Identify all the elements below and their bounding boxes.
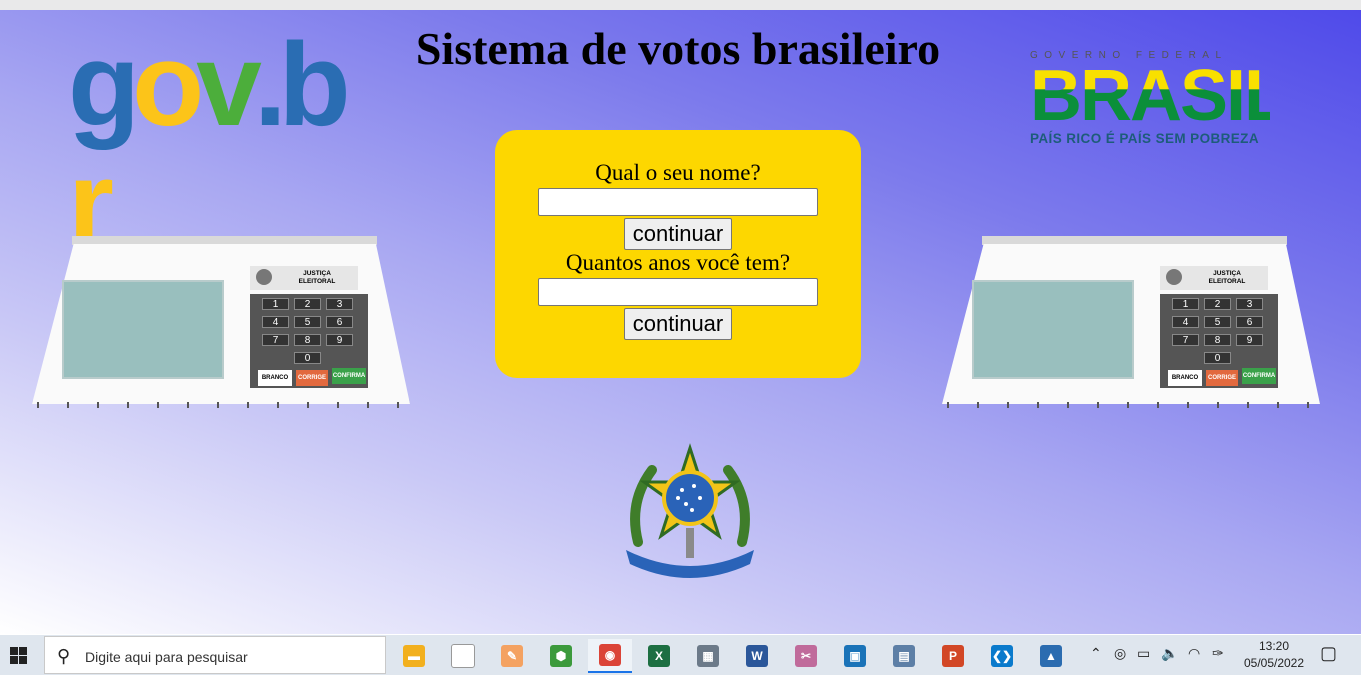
taskbar-app-calculator[interactable]: ▦ — [686, 639, 730, 673]
govbr-logo-o: o — [132, 19, 204, 151]
urna-key: 3 — [1236, 298, 1263, 310]
urna-key: 1 — [1172, 298, 1199, 310]
powerpoint-icon: P — [942, 645, 964, 667]
voting-machine-left: JUSTIÇA ELEITORAL 1 2 3 4 5 6 7 8 9 0 BR… — [32, 236, 412, 411]
name-question: Qual o seu nome? — [595, 160, 761, 185]
meet-now-icon[interactable]: ◎ — [1114, 645, 1126, 662]
search-icon: ⚲ — [57, 646, 71, 666]
taskbar-app-node[interactable]: ⬢ — [539, 639, 583, 673]
urna-key: 1 — [262, 298, 289, 310]
urna-confirma: CONFIRMA — [1242, 368, 1276, 384]
chrome-icon: ◉ — [599, 644, 621, 666]
urna-key: 2 — [1204, 298, 1231, 310]
taskbar-app-printer[interactable]: ▤ — [882, 639, 926, 673]
voting-machine-right: JUSTIÇA ELEITORAL 1 2 3 4 5 6 7 8 9 0 BR… — [942, 236, 1322, 411]
vscode-icon: ❮❯ — [991, 645, 1013, 667]
urna-key: 0 — [1204, 352, 1231, 364]
urna-label: JUSTIÇA ELEITORAL — [1160, 266, 1268, 290]
urna-key: 0 — [294, 352, 321, 364]
taskbar-app-paint[interactable]: ✎ — [490, 639, 534, 673]
age-input[interactable] — [538, 278, 818, 306]
store-icon: ▣ — [844, 645, 866, 667]
chevron-up-icon[interactable]: ⌃ — [1090, 645, 1102, 662]
brasil-logo-slogan: PAÍS RICO É PAÍS SEM POBREZA — [1030, 131, 1259, 146]
urna-key: 7 — [262, 334, 289, 346]
urna-corrige: CORRIGE — [1206, 370, 1238, 386]
urna-key: 9 — [326, 334, 353, 346]
taskbar-app-snipping[interactable]: ✂ — [784, 639, 828, 673]
urna-branco: BRANCO — [1168, 370, 1202, 386]
page: Sistema de votos brasileiro gov.br GOVER… — [0, 10, 1361, 634]
taskbar-app-vscode[interactable]: ❮❯ — [980, 639, 1024, 673]
word-icon: W — [746, 645, 768, 667]
urna-label: JUSTIÇA ELEITORAL — [250, 266, 358, 290]
wifi-icon[interactable]: ◠ — [1188, 645, 1200, 662]
taskbar-app-file-explorer[interactable]: ▬ — [392, 639, 436, 673]
seal-icon — [256, 269, 272, 285]
govbr-logo-dot: . — [253, 19, 287, 151]
urna-key: 6 — [326, 316, 353, 328]
taskbar-app-powerpoint[interactable]: P — [931, 639, 975, 673]
clock-time: 13:20 — [1258, 639, 1290, 653]
urna-keypad: 1 2 3 4 5 6 7 8 9 0 BRANCO CORRIGE CONFI… — [1160, 294, 1278, 388]
urna-key: 9 — [1236, 334, 1263, 346]
govbr-logo: gov.br — [68, 19, 351, 262]
calculator-icon: ▦ — [697, 645, 719, 667]
taskbar-app-word[interactable]: W — [735, 639, 779, 673]
urna-key: 6 — [1236, 316, 1263, 328]
taskbar-app-photos[interactable]: ▲ — [1029, 639, 1073, 673]
excel-icon: X — [648, 645, 670, 667]
urna-screen — [62, 280, 224, 379]
search-placeholder: Digite aqui para pesquisar — [85, 649, 248, 665]
urna-key: 4 — [1172, 316, 1199, 328]
notifications-icon[interactable]: ▢ — [1320, 643, 1337, 664]
urna-key: 8 — [294, 334, 321, 346]
photos-icon: ▲ — [1040, 645, 1062, 667]
taskbar-clock[interactable]: 13:20 05/05/2022 — [1235, 638, 1313, 672]
urna-key: 3 — [326, 298, 353, 310]
windows-start-icon[interactable] — [10, 647, 27, 664]
taskbar-app-notepad[interactable] — [441, 639, 485, 673]
urna-key: 8 — [1204, 334, 1231, 346]
volume-icon[interactable]: 🔈 — [1161, 645, 1178, 662]
file-explorer-icon: ▬ — [403, 645, 425, 667]
paint-icon: ✎ — [501, 645, 523, 667]
taskbar-app-store[interactable]: ▣ — [833, 639, 877, 673]
windows-taskbar: ⚲ Digite aqui para pesquisar ▬ ✎ ⬢ ◉ X ▦ W ✂ ▣ ▤ P… — [0, 635, 1361, 675]
snipping-icon: ✂ — [795, 645, 817, 667]
urna-screen — [972, 280, 1134, 379]
voter-form: Qual o seu nome? continuar Quantos anos … — [495, 130, 861, 378]
battery-icon[interactable]: ▭ — [1137, 645, 1150, 662]
continue-age-button[interactable]: continuar — [623, 308, 733, 340]
brazil-coat-of-arms-icon — [626, 443, 754, 578]
brasil-logo-word: BRASIL — [1030, 56, 1288, 136]
taskbar-search-box[interactable]: ⚲ Digite aqui para pesquisar — [44, 636, 386, 674]
urna-confirma: CONFIRMA — [332, 368, 366, 384]
clock-date: 05/05/2022 — [1243, 656, 1305, 670]
urna-key: 2 — [294, 298, 321, 310]
urna-corrige: CORRIGE — [296, 370, 328, 386]
node-icon: ⬢ — [550, 645, 572, 667]
urna-key: 5 — [1204, 316, 1231, 328]
govbr-logo-g: g — [68, 19, 140, 151]
brasil-governo-federal-logo: GOVERNO FEDERAL BRASIL PAÍS RICO É PAÍS … — [1030, 50, 1288, 170]
taskbar-app-excel[interactable]: X — [637, 639, 681, 673]
continue-name-button[interactable]: continuar — [623, 218, 733, 250]
urna-key: 5 — [294, 316, 321, 328]
govbr-logo-v: v — [196, 19, 262, 151]
govbr-logo-b: b — [278, 19, 351, 151]
taskbar-app-chrome[interactable]: ◉ — [588, 639, 632, 673]
name-input[interactable] — [538, 188, 818, 216]
notepad-icon — [451, 644, 475, 668]
urna-branco: BRANCO — [258, 370, 292, 386]
urna-key: 7 — [1172, 334, 1199, 346]
printer-icon: ▤ — [893, 645, 915, 667]
pen-icon[interactable]: ✑ — [1212, 645, 1224, 662]
urna-key: 4 — [262, 316, 289, 328]
age-question: Quantos anos você tem? — [565, 250, 791, 275]
urna-keypad: 1 2 3 4 5 6 7 8 9 0 BRANCO CORRIGE CONFI… — [250, 294, 368, 388]
seal-icon — [1166, 269, 1182, 285]
